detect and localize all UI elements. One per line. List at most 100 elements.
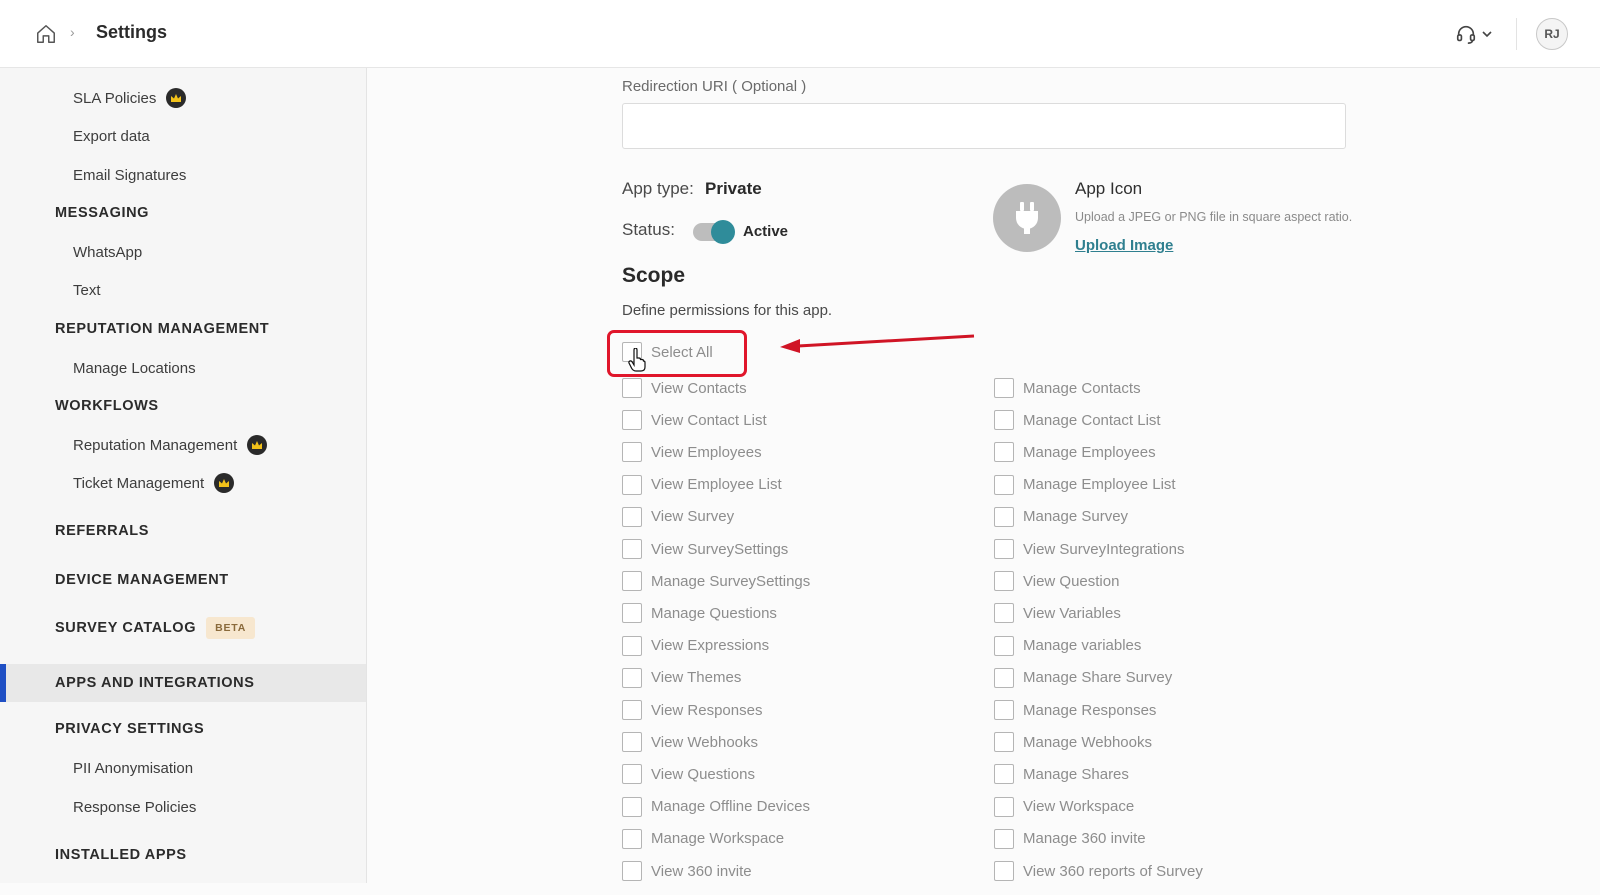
checkbox[interactable] xyxy=(622,571,642,592)
permission-checkbox[interactable]: Manage Workspace xyxy=(622,827,784,851)
permission-checkbox[interactable]: View Employee List xyxy=(622,473,782,497)
checkbox[interactable] xyxy=(994,667,1014,688)
permission-checkbox[interactable]: Manage Shares xyxy=(994,762,1129,786)
permission-checkbox[interactable]: View Survey xyxy=(622,505,734,529)
crown-icon xyxy=(214,473,235,493)
permission-checkbox[interactable]: View Questions xyxy=(622,762,755,786)
permission-checkbox[interactable]: Manage SurveySettings xyxy=(622,569,810,593)
sidebar-item-email-signatures[interactable]: Email Signatures xyxy=(0,157,366,193)
permission-checkbox[interactable]: Manage Questions xyxy=(622,601,777,625)
permission-checkbox[interactable]: View SurveySettings xyxy=(622,537,788,561)
sidebar-item-ticket-management[interactable]: Ticket Management xyxy=(0,465,366,501)
checkbox[interactable] xyxy=(994,506,1014,527)
permission-checkbox[interactable]: View 360 reports of Survey xyxy=(994,859,1203,883)
sidebar-item-pii-anonymisation[interactable]: PII Anonymisation xyxy=(0,750,366,786)
sidebar-item-manage-locations[interactable]: Manage Locations xyxy=(0,350,366,386)
permission-checkbox[interactable]: Manage Contact List xyxy=(994,408,1161,432)
checkbox[interactable] xyxy=(622,378,642,398)
sidebar-item-response-policies[interactable]: Response Policies xyxy=(0,789,366,825)
permission-checkbox[interactable]: View Expressions xyxy=(622,634,769,658)
permission-checkbox[interactable]: View Employees xyxy=(622,440,762,464)
permission-checkbox[interactable]: Manage Webhooks xyxy=(994,730,1152,754)
sidebar-section-workflows[interactable]: WORKFLOWS xyxy=(0,388,366,424)
header-divider xyxy=(1516,18,1517,50)
permission-checkbox[interactable]: View 360 invite xyxy=(622,859,752,883)
checkbox[interactable] xyxy=(994,732,1014,753)
checkbox[interactable] xyxy=(622,603,642,624)
checkbox[interactable] xyxy=(622,539,642,559)
checkbox[interactable] xyxy=(994,378,1014,398)
permission-checkbox[interactable]: Manage 360 invite xyxy=(994,827,1146,851)
sidebar-item-reputation-management[interactable]: Reputation Management xyxy=(0,427,366,463)
checkbox[interactable] xyxy=(994,796,1014,817)
permission-checkbox[interactable]: View Question xyxy=(994,569,1119,593)
permission-checkbox[interactable]: Manage Employee List xyxy=(994,473,1176,497)
sidebar-section-label: PRIVACY SETTINGS xyxy=(55,721,205,737)
checkbox[interactable] xyxy=(622,796,642,817)
checkbox[interactable] xyxy=(622,474,642,495)
sidebar-item-label: SLA Policies xyxy=(73,89,157,107)
sidebar-item-whatsapp[interactable]: WhatsApp xyxy=(0,234,366,270)
checkbox[interactable] xyxy=(622,732,642,753)
checkbox[interactable] xyxy=(994,603,1014,624)
checkbox[interactable] xyxy=(994,764,1014,785)
sidebar-section-apps-and-integrations[interactable]: APPS AND INTEGRATIONS xyxy=(0,664,366,702)
sidebar-section-referrals[interactable]: REFERRALS xyxy=(0,513,366,549)
sidebar-section-survey-catalog[interactable]: SURVEY CATALOG BETA xyxy=(0,610,366,646)
permission-checkbox[interactable]: View Variables xyxy=(994,601,1121,625)
checkbox[interactable] xyxy=(622,700,642,720)
crown-icon xyxy=(166,88,187,108)
checkbox[interactable] xyxy=(994,700,1014,720)
permission-checkbox[interactable]: Manage Offline Devices xyxy=(622,795,810,819)
checkbox[interactable] xyxy=(994,861,1014,881)
status-toggle[interactable] xyxy=(693,220,735,244)
sidebar-item-text[interactable]: Text xyxy=(0,272,366,308)
checkbox[interactable] xyxy=(622,635,642,656)
home-icon[interactable] xyxy=(35,23,57,45)
checkbox[interactable] xyxy=(994,474,1014,495)
sidebar-section-privacy-settings[interactable]: PRIVACY SETTINGS xyxy=(0,711,366,747)
user-avatar[interactable]: RJ xyxy=(1536,18,1568,50)
sidebar-item-label: WhatsApp xyxy=(73,243,143,261)
checkbox[interactable] xyxy=(622,506,642,527)
permission-checkbox[interactable]: Manage Contacts xyxy=(994,376,1141,400)
permission-checkbox[interactable]: View SurveyIntegrations xyxy=(994,537,1184,561)
checkbox[interactable] xyxy=(622,861,642,881)
redirection-uri-input[interactable] xyxy=(622,103,1346,149)
checkbox[interactable] xyxy=(994,828,1014,849)
sidebar-item-export-data[interactable]: Export data xyxy=(0,118,366,154)
permission-checkbox[interactable]: Manage Survey xyxy=(994,505,1128,529)
sidebar-section-messaging[interactable]: MESSAGING xyxy=(0,195,366,231)
checkbox[interactable] xyxy=(622,828,642,849)
checkbox-label: Manage Questions xyxy=(651,604,777,622)
permission-checkbox[interactable]: Manage Employees xyxy=(994,440,1156,464)
permission-checkbox[interactable]: View Themes xyxy=(622,666,741,690)
checkbox[interactable] xyxy=(622,410,642,431)
permission-checkbox[interactable]: Manage Share Survey xyxy=(994,666,1172,690)
checkbox-label: View Workspace xyxy=(1023,798,1135,816)
permission-checkbox[interactable]: View Webhooks xyxy=(622,730,758,754)
permission-checkbox[interactable]: View Responses xyxy=(622,698,762,722)
support-menu-button[interactable] xyxy=(1455,20,1499,48)
checkbox[interactable] xyxy=(994,410,1014,431)
permission-checkbox[interactable]: View Contacts xyxy=(622,376,747,400)
checkbox[interactable] xyxy=(622,764,642,785)
checkbox-label: Manage 360 invite xyxy=(1023,830,1146,848)
upload-image-link[interactable]: Upload Image xyxy=(1075,237,1173,254)
checkbox[interactable] xyxy=(994,635,1014,656)
checkbox[interactable] xyxy=(622,667,642,688)
checkbox[interactable] xyxy=(994,571,1014,592)
permission-checkbox[interactable]: View Contact List xyxy=(622,408,767,432)
permission-checkbox[interactable]: Manage Responses xyxy=(994,698,1156,722)
sidebar-item-sla-policies[interactable]: SLA Policies xyxy=(0,80,366,116)
permission-checkbox[interactable]: Manage variables xyxy=(994,634,1141,658)
sidebar-item-label: Text xyxy=(73,281,101,299)
checkbox[interactable] xyxy=(622,442,642,463)
sidebar-section-device-management[interactable]: DEVICE MANAGEMENT xyxy=(0,562,366,598)
sidebar-section-installed-apps[interactable]: INSTALLED APPS xyxy=(0,837,366,873)
sidebar-section-reputation-management[interactable]: REPUTATION MANAGEMENT xyxy=(0,311,366,347)
permission-checkbox[interactable]: View Workspace xyxy=(994,795,1134,819)
checkbox[interactable] xyxy=(994,539,1014,559)
checkbox[interactable] xyxy=(994,442,1014,463)
app-type-label: App type: xyxy=(622,179,694,198)
